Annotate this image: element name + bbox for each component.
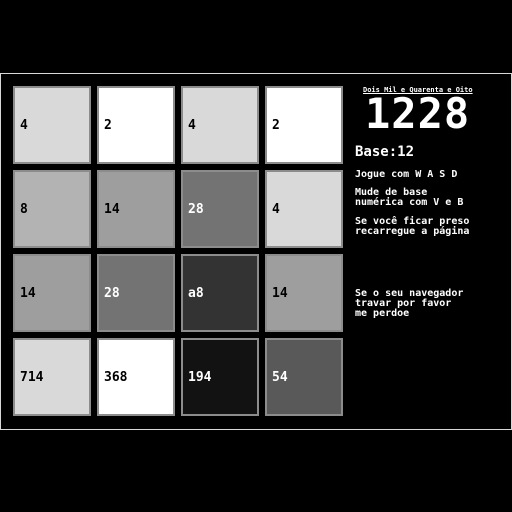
tile-r2-c4: 4 — [265, 170, 343, 248]
tile-value: 14 — [272, 286, 288, 301]
tile-value: a8 — [188, 286, 204, 301]
tile-r3-c1: 14 — [13, 254, 91, 332]
controls-hint: Jogue com W A S D — [355, 169, 458, 180]
tile-value: 14 — [104, 202, 120, 217]
footer-credit: feito por GSales em 2018 — [385, 420, 487, 428]
tile-value: 14 — [20, 286, 36, 301]
tile-value: 4 — [272, 202, 280, 217]
tile-value: 368 — [104, 370, 128, 385]
tile-value: 194 — [188, 370, 212, 385]
tile-value: 2 — [104, 118, 112, 133]
tile-r2-c3: 28 — [181, 170, 259, 248]
base-indicator: Base:12 — [355, 144, 415, 160]
tile-value: 28 — [188, 202, 204, 217]
info-panel: Dois Mil e Quarenta e Oito 1228 Base:12 … — [355, 74, 509, 429]
tile-r2-c1: 8 — [13, 170, 91, 248]
score-display: 1228 — [365, 89, 471, 138]
tile-r3-c3: a8 — [181, 254, 259, 332]
tile-value: 54 — [272, 370, 288, 385]
tile-value: 4 — [20, 118, 28, 133]
tile-value: 8 — [20, 202, 28, 217]
apology-text: Se o seu navegador travar por favor me p… — [355, 288, 464, 319]
tile-r4-c4: 54 — [265, 338, 343, 416]
game-board[interactable]: 4 2 4 2 8 14 28 4 14 28 a8 14 714 368 194 54 — [13, 86, 345, 418]
tile-r4-c1: 714 — [13, 338, 91, 416]
tile-r4-c2: 368 — [97, 338, 175, 416]
reload-hint: Se você ficar preso recarregue a página — [355, 216, 470, 237]
tile-r1-c4: 2 — [265, 86, 343, 164]
game-frame: 4 2 4 2 8 14 28 4 14 28 a8 14 714 368 194 54 Dois Mil e… — [0, 73, 512, 430]
tile-r1-c3: 4 — [181, 86, 259, 164]
base-change-hint: Mude de base numérica com V e B — [355, 187, 464, 208]
tile-value: 28 — [104, 286, 120, 301]
tile-value: 714 — [20, 370, 44, 385]
tile-r4-c3: 194 — [181, 338, 259, 416]
tile-value: 4 — [188, 118, 196, 133]
tile-r1-c1: 4 — [13, 86, 91, 164]
tile-r2-c2: 14 — [97, 170, 175, 248]
tile-value: 2 — [272, 118, 280, 133]
tile-r1-c2: 2 — [97, 86, 175, 164]
tile-r3-c2: 28 — [97, 254, 175, 332]
tile-r3-c4: 14 — [265, 254, 343, 332]
